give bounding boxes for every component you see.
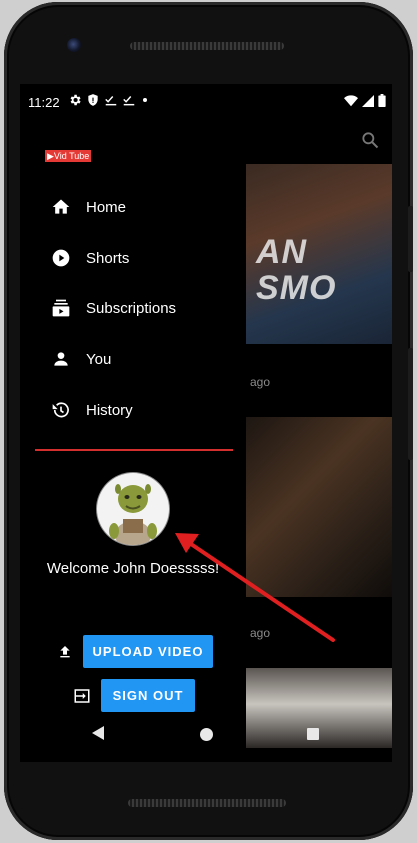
- back-icon[interactable]: [92, 726, 106, 740]
- subscriptions-icon: [50, 297, 72, 319]
- play-circle-icon: [50, 247, 72, 269]
- video-thumbnail[interactable]: AN SMO: [246, 164, 392, 344]
- video-feed: AN SMO ago ago: [246, 120, 392, 762]
- recents-icon[interactable]: [307, 728, 319, 740]
- front-camera: [67, 38, 81, 52]
- system-navigation-bar: [20, 712, 392, 762]
- drawer-item-label: You: [86, 350, 112, 368]
- person-icon: [50, 348, 72, 370]
- drawer-item-label: History: [86, 401, 133, 419]
- thumbnail-text: SMO: [256, 269, 337, 307]
- upload-video-button[interactable]: UPLOAD VIDEO: [83, 635, 213, 668]
- upload-icon: [55, 642, 75, 662]
- status-bar: 11:22: [20, 84, 392, 120]
- power-button: [408, 348, 413, 460]
- dot-icon: [143, 98, 147, 102]
- gear-icon: [70, 94, 81, 106]
- navigation-drawer: ▶Vid Tube Home Shorts Subscriptions You: [20, 120, 246, 762]
- sign-out-icon: [72, 686, 92, 706]
- screen: 11:22 AN SMO ago ago ▶Vid Tube Home Shor…: [20, 84, 392, 762]
- sign-out-button[interactable]: SIGN OUT: [101, 679, 195, 712]
- video-age-text: ago: [250, 375, 271, 389]
- drawer-item-you[interactable]: You: [20, 339, 246, 379]
- thumbnail-text: AN: [256, 233, 308, 271]
- check-icon: [105, 96, 117, 106]
- drawer-item-label: Subscriptions: [86, 299, 177, 317]
- battery-icon: [378, 94, 386, 107]
- drawer-item-home[interactable]: Home: [20, 187, 246, 227]
- video-age-text: ago: [250, 626, 271, 640]
- avatar[interactable]: [97, 473, 169, 545]
- signal-icon: [362, 94, 374, 107]
- history-icon: [50, 399, 72, 421]
- search-icon[interactable]: [360, 130, 380, 150]
- top-speaker-grille: [130, 42, 284, 50]
- drawer-divider: [35, 449, 233, 451]
- bottom-speaker-grille: [128, 799, 286, 807]
- drawer-item-label: Home: [86, 198, 127, 216]
- volume-button: [408, 206, 413, 272]
- home-nav-icon[interactable]: [200, 728, 213, 741]
- drawer-item-history[interactable]: History: [20, 390, 246, 430]
- welcome-text: Welcome John Doesssss!: [46, 560, 220, 577]
- video-thumbnail[interactable]: [246, 417, 392, 597]
- drawer-item-subscriptions[interactable]: Subscriptions: [20, 288, 246, 328]
- check-icon: [123, 96, 135, 106]
- shield-icon: [88, 94, 98, 106]
- drawer-item-label: Shorts: [86, 249, 130, 267]
- app-logo[interactable]: ▶Vid Tube: [45, 150, 92, 162]
- thumbnail-title-art: AN SMO: [256, 234, 336, 306]
- home-icon: [50, 196, 72, 218]
- status-time: 11:22: [28, 95, 60, 110]
- drawer-item-shorts[interactable]: Shorts: [20, 238, 246, 278]
- wifi-icon: [344, 94, 358, 106]
